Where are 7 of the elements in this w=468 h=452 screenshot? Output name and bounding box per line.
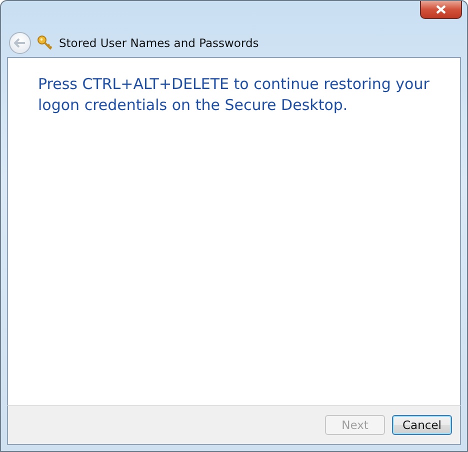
key-icon xyxy=(37,34,53,50)
window-title: Stored User Names and Passwords xyxy=(59,36,259,50)
cancel-button[interactable]: Cancel xyxy=(392,415,452,435)
back-arrow-icon xyxy=(14,38,26,48)
close-button[interactable] xyxy=(420,1,462,19)
instruction-text: Press CTRL+ALT+DELETE to continue restoring your logon credentials on the Secure Desktop. xyxy=(38,74,430,116)
close-icon xyxy=(436,5,446,14)
